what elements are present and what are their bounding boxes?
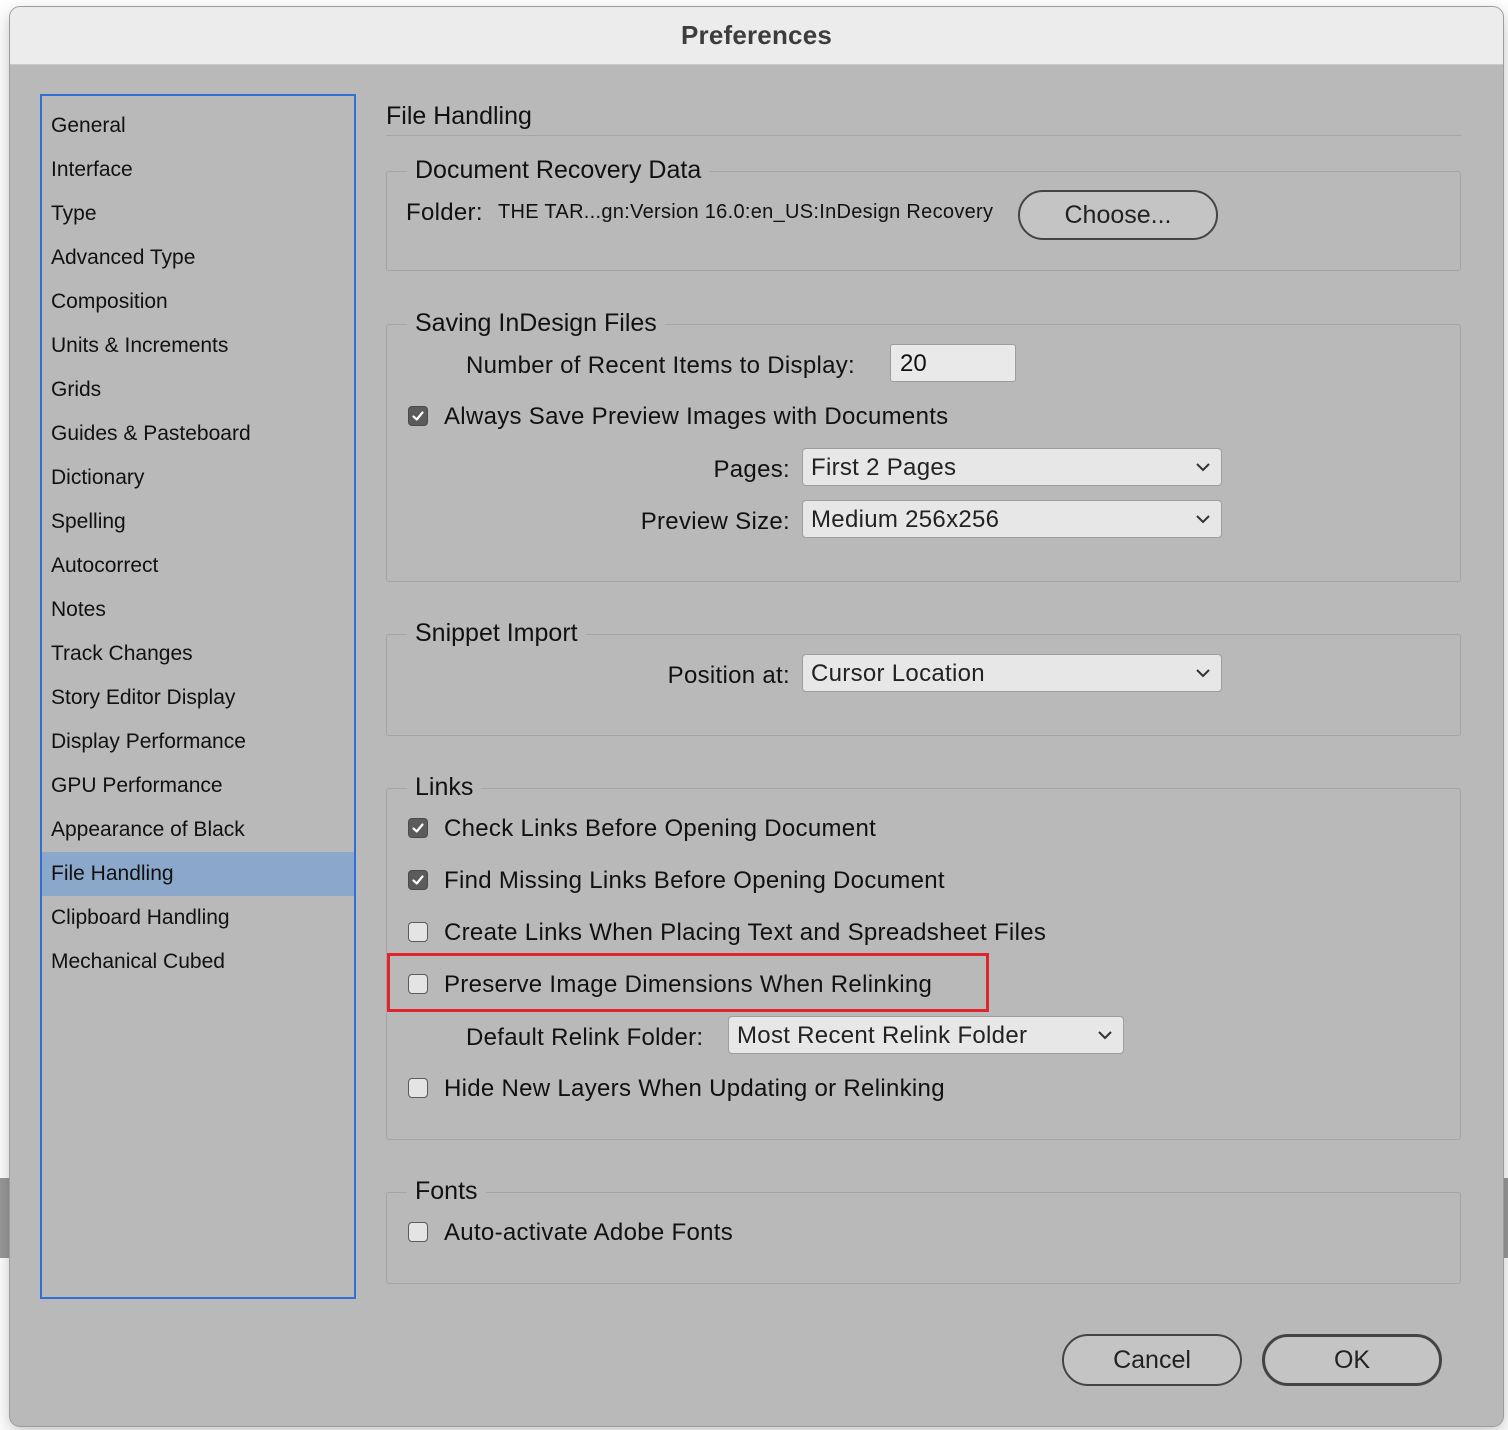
checkmark-icon bbox=[412, 411, 424, 421]
sidebar-item-interface[interactable]: Interface bbox=[42, 148, 354, 192]
sidebar-item-general[interactable]: General bbox=[42, 104, 354, 148]
preview-size-dropdown-value: Medium 256x256 bbox=[811, 506, 1000, 533]
panel-divider bbox=[386, 135, 1461, 136]
find-missing-links-checkbox[interactable] bbox=[408, 870, 428, 890]
sidebar-item-mechanical-cubed[interactable]: Mechanical Cubed bbox=[42, 940, 354, 984]
chevron-down-icon bbox=[1098, 1031, 1112, 1040]
sidebar-item-clipboard-handling[interactable]: Clipboard Handling bbox=[42, 896, 354, 940]
default-relink-folder-value: Most Recent Relink Folder bbox=[737, 1022, 1028, 1049]
preferences-dialog: Preferences General Interface Type Advanced… bbox=[10, 7, 1503, 1426]
sidebar-item-guides-pasteboard[interactable]: Guides & Pasteboard bbox=[42, 412, 354, 456]
chevron-down-icon bbox=[1196, 463, 1210, 472]
recent-items-label: Number of Recent Items to Display: bbox=[466, 352, 856, 379]
pages-dropdown[interactable]: First 2 Pages bbox=[802, 448, 1222, 486]
sidebar-item-notes[interactable]: Notes bbox=[42, 588, 354, 632]
sidebar-item-display-performance[interactable]: Display Performance bbox=[42, 720, 354, 764]
sidebar-item-grids[interactable]: Grids bbox=[42, 368, 354, 412]
dialog-title: Preferences bbox=[680, 20, 833, 50]
hide-new-layers-label: Hide New Layers When Updating or Relinki… bbox=[444, 1075, 945, 1102]
saving-files-heading: Saving InDesign Files bbox=[407, 307, 665, 339]
sidebar-item-gpu-performance[interactable]: GPU Performance bbox=[42, 764, 354, 808]
default-relink-folder-label: Default Relink Folder: bbox=[466, 1024, 704, 1051]
document-recovery-heading: Document Recovery Data bbox=[407, 154, 710, 186]
preview-size-label: Preview Size: bbox=[640, 508, 790, 535]
sidebar-item-units-increments[interactable]: Units & Increments bbox=[42, 324, 354, 368]
background-strip-left bbox=[0, 1178, 10, 1258]
sidebar-item-spelling[interactable]: Spelling bbox=[42, 500, 354, 544]
recent-items-value: 20 bbox=[900, 350, 927, 377]
sidebar-item-advanced-type[interactable]: Advanced Type bbox=[42, 236, 354, 280]
always-save-preview-label: Always Save Preview Images with Document… bbox=[444, 403, 949, 430]
always-save-preview-checkbox[interactable] bbox=[408, 406, 428, 426]
checkmark-icon bbox=[412, 823, 424, 833]
recovery-folder-path: THE TAR...gn:Version 16.0:en_US:InDesign… bbox=[498, 201, 994, 223]
panel-title: File Handling bbox=[386, 102, 532, 130]
create-links-checkbox[interactable] bbox=[408, 922, 428, 942]
snippet-import-heading: Snippet Import bbox=[407, 617, 586, 649]
sidebar-item-story-editor-display[interactable]: Story Editor Display bbox=[42, 676, 354, 720]
choose-folder-button[interactable]: Choose... bbox=[1018, 190, 1218, 240]
preview-size-dropdown[interactable]: Medium 256x256 bbox=[802, 500, 1222, 538]
ok-button[interactable]: OK bbox=[1262, 1334, 1442, 1386]
preferences-category-list[interactable]: General Interface Type Advanced Type Composi… bbox=[40, 94, 356, 1299]
pages-dropdown-value: First 2 Pages bbox=[811, 454, 957, 481]
pages-label: Pages: bbox=[713, 456, 790, 483]
position-at-dropdown[interactable]: Cursor Location bbox=[802, 654, 1222, 692]
sidebar-item-autocorrect[interactable]: Autocorrect bbox=[42, 544, 354, 588]
sidebar-item-file-handling[interactable]: File Handling bbox=[42, 852, 354, 896]
checkmark-icon bbox=[412, 875, 424, 885]
chevron-down-icon bbox=[1196, 515, 1210, 524]
sidebar-item-track-changes[interactable]: Track Changes bbox=[42, 632, 354, 676]
recent-items-field[interactable]: 20 bbox=[890, 344, 1016, 382]
auto-activate-fonts-label: Auto-activate Adobe Fonts bbox=[444, 1219, 734, 1246]
fonts-heading: Fonts bbox=[407, 1175, 486, 1207]
sidebar-item-type[interactable]: Type bbox=[42, 192, 354, 236]
title-bar[interactable]: Preferences bbox=[10, 7, 1503, 65]
sidebar-item-dictionary[interactable]: Dictionary bbox=[42, 456, 354, 500]
position-at-dropdown-value: Cursor Location bbox=[811, 660, 985, 687]
find-missing-links-label: Find Missing Links Before Opening Docume… bbox=[444, 867, 945, 894]
annotation-highlight bbox=[387, 953, 989, 1012]
chevron-down-icon bbox=[1196, 669, 1210, 678]
auto-activate-fonts-checkbox[interactable] bbox=[408, 1222, 428, 1242]
default-relink-folder-dropdown[interactable]: Most Recent Relink Folder bbox=[728, 1016, 1124, 1054]
cancel-button[interactable]: Cancel bbox=[1062, 1334, 1242, 1386]
hide-new-layers-checkbox[interactable] bbox=[408, 1078, 428, 1098]
folder-label: Folder: bbox=[406, 199, 483, 226]
links-heading: Links bbox=[407, 771, 482, 803]
sidebar-item-composition[interactable]: Composition bbox=[42, 280, 354, 324]
check-links-checkbox[interactable] bbox=[408, 818, 428, 838]
check-links-label: Check Links Before Opening Document bbox=[444, 815, 877, 842]
create-links-label: Create Links When Placing Text and Sprea… bbox=[444, 919, 1047, 946]
position-at-label: Position at: bbox=[667, 662, 790, 689]
sidebar-item-appearance-of-black[interactable]: Appearance of Black bbox=[42, 808, 354, 852]
